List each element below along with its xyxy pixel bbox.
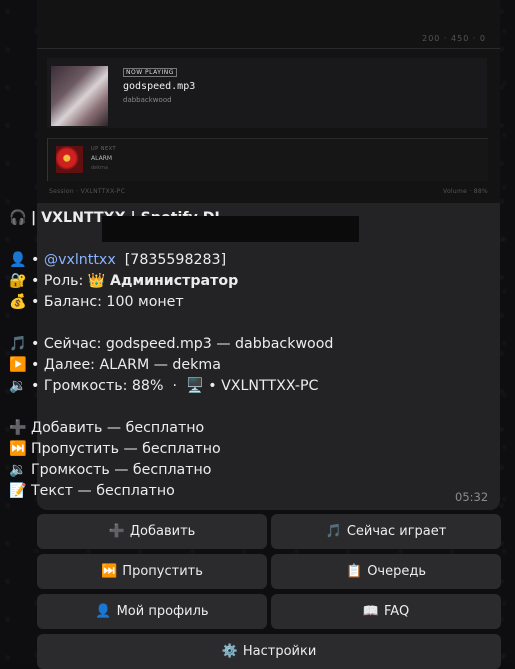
preview-divider bbox=[37, 48, 500, 49]
next-track-artist: dekma bbox=[91, 165, 109, 171]
crown-icon: 👑 bbox=[87, 273, 106, 289]
price-lyrics: Текст — бесплатно bbox=[31, 483, 175, 499]
user-line: 👤 • @vxlnttxx [7835598283] bbox=[8, 250, 458, 271]
music-icon: 🎵 bbox=[325, 524, 342, 539]
faq-button-label: FAQ bbox=[384, 604, 410, 619]
role-label: • Роль: bbox=[31, 273, 84, 289]
next-line: ▶️ • Далее: ALARM — dekma bbox=[8, 355, 458, 376]
message-text: 🎧| VXLNTTXX | Spotify DJ 👤• @vxlnttxx [7… bbox=[8, 208, 458, 502]
lock-icon: 🔐 bbox=[9, 273, 27, 289]
next-value: ALARM — dekma bbox=[99, 357, 221, 373]
message-time: 05:32 bbox=[455, 490, 489, 504]
price-skip-line: ⏭️ Пропустить — бесплатно bbox=[8, 439, 458, 460]
clipboard-icon: 📋 bbox=[346, 564, 363, 579]
next-track-title: ALARM bbox=[91, 155, 113, 162]
price-skip: Пропустить — бесплатно bbox=[31, 441, 221, 457]
play-icon: ▶️ bbox=[9, 357, 27, 373]
memo-icon: 📝 bbox=[9, 483, 27, 499]
computer-icon: 🖥️ bbox=[186, 378, 204, 394]
price-lyrics-line: 📝 Текст — бесплатно bbox=[8, 481, 458, 502]
queue-button[interactable]: 📋 Очередь bbox=[271, 554, 501, 589]
queue-button-label: Очередь bbox=[367, 564, 426, 579]
user-icon: 👤 bbox=[9, 252, 27, 268]
book-icon: 📖 bbox=[362, 604, 379, 619]
plus-icon: ➕ bbox=[108, 524, 125, 539]
add-button-label: Добавить bbox=[129, 524, 196, 539]
now-playing-preview-image[interactable]: 200 · 450 · 0 NOW PLAYING godspeed.mp3 d… bbox=[37, 0, 500, 203]
music-icon: 🎵 bbox=[9, 336, 27, 352]
price-volume: Громкость — бесплатно bbox=[31, 462, 212, 478]
user-icon: 👤 bbox=[95, 604, 112, 619]
speaker-icon: 🔉 bbox=[9, 462, 27, 478]
role-value: Администратор bbox=[110, 273, 239, 289]
price-volume-line: 🔉 Громкость — бесплатно bbox=[8, 460, 458, 481]
skip-icon: ⏭️ bbox=[9, 441, 27, 457]
album-cover bbox=[51, 66, 108, 126]
profile-button-label: Мой профиль bbox=[116, 604, 209, 619]
now-value: godspeed.mp3 — dabbackwood bbox=[105, 336, 334, 352]
add-button[interactable]: ➕ Добавить bbox=[37, 514, 267, 549]
volume-line: 🔉 • Громкость: 88% · 🖥️ • VXLNTTXX-PC bbox=[8, 376, 458, 397]
faq-button[interactable]: 📖 FAQ bbox=[271, 594, 501, 629]
skip-button-label: Пропустить bbox=[122, 564, 203, 579]
preview-corner-text: 200 · 450 · 0 bbox=[422, 34, 486, 43]
plus-icon: ➕ bbox=[9, 420, 27, 436]
now-label: • Сейчас: bbox=[31, 336, 102, 352]
volume-label: • Громкость: bbox=[31, 378, 128, 394]
redaction-bar bbox=[102, 216, 359, 242]
gear-icon: ⚙️ bbox=[221, 644, 238, 659]
moneybag-icon: 💰 bbox=[9, 294, 27, 310]
balance-line: 💰 • Баланс: 100 монет bbox=[8, 292, 458, 313]
up-next-label: UP NEXT bbox=[91, 146, 117, 152]
skip-icon: ⏭️ bbox=[101, 564, 118, 579]
now-playing-card: NOW PLAYING godspeed.mp3 dabbackwood bbox=[47, 58, 487, 128]
now-playing-button-label: Сейчас играет bbox=[346, 524, 447, 539]
preview-session: Session · VXLNTTXX-PC bbox=[49, 188, 126, 195]
price-add-line: ➕ Добавить — бесплатно bbox=[8, 418, 458, 439]
price-add: Добавить — бесплатно bbox=[31, 420, 205, 436]
role-line: 🔐 • Роль: 👑 Администратор bbox=[8, 271, 458, 292]
device-value: VXLNTTXX-PC bbox=[221, 378, 319, 394]
settings-button-label: Настройки bbox=[242, 644, 317, 659]
next-label: • Далее: bbox=[31, 357, 95, 373]
profile-button[interactable]: 👤 Мой профиль bbox=[37, 594, 267, 629]
preview-volume: Volume · 88% bbox=[443, 188, 488, 195]
speaker-icon: 🔉 bbox=[9, 378, 27, 394]
volume-value: 88% bbox=[131, 378, 164, 394]
settings-button[interactable]: ⚙️ Настройки bbox=[37, 634, 501, 669]
user-mention-link[interactable]: @vxlnttxx bbox=[44, 252, 116, 268]
track-title: godspeed.mp3 bbox=[123, 81, 196, 92]
skip-button[interactable]: ⏭️ Пропустить bbox=[37, 554, 267, 589]
preview-footer: Session · VXLNTTXX-PC Volume · 88% bbox=[49, 188, 488, 195]
up-next-card: UP NEXT ALARM dekma bbox=[47, 138, 488, 181]
next-album-cover bbox=[56, 146, 83, 173]
now-playing-button[interactable]: 🎵 Сейчас играет bbox=[271, 514, 501, 549]
headphones-icon: 🎧 bbox=[9, 210, 27, 226]
user-id: [7835598283] bbox=[124, 252, 227, 268]
track-artist: dabbackwood bbox=[123, 96, 172, 104]
balance-text: • Баланс: 100 монет bbox=[31, 294, 184, 310]
now-playing-line: 🎵 • Сейчас: godspeed.mp3 — dabbackwood bbox=[8, 334, 458, 355]
now-playing-badge: NOW PLAYING bbox=[123, 68, 177, 77]
